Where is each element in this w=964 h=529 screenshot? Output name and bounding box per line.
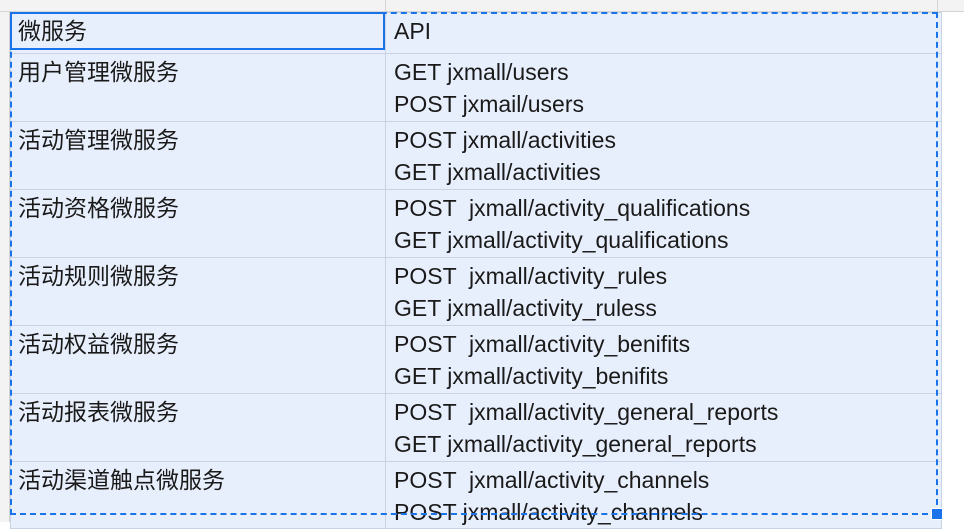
api-line: GET jxmall/activity_general_reports <box>394 431 757 457</box>
column-header-divider[interactable] <box>385 0 386 12</box>
data-table: 微服务 API 用户管理微服务 GET jxmall/users POST jx… <box>10 12 942 529</box>
fill-handle[interactable] <box>931 508 943 520</box>
column-header-strip[interactable] <box>0 0 964 12</box>
column-header-divider[interactable] <box>937 0 938 12</box>
service-name-cell[interactable]: 活动渠道触点微服务 <box>10 461 386 529</box>
api-cell[interactable]: GET jxmall/users POST jxmail/users <box>385 53 942 122</box>
service-name-cell[interactable]: 活动管理微服务 <box>10 121 386 190</box>
table-row: 活动报表微服务 POST jxmall/activity_general_rep… <box>10 393 942 462</box>
api-cell[interactable]: POST jxmall/activity_qualifications GET … <box>385 189 942 258</box>
table-row: 活动管理微服务 POST jxmall/activities GET jxmal… <box>10 121 942 190</box>
service-name-cell[interactable]: 用户管理微服务 <box>10 53 386 122</box>
api-line: GET jxmall/activity_ruless <box>394 295 657 321</box>
header-cell-api[interactable]: API <box>385 12 942 54</box>
api-cell[interactable]: POST jxmall/activity_channels POST jxmal… <box>385 461 942 529</box>
api-line: POST jxmall/activity_benifits <box>394 331 691 357</box>
api-line: POST jxmall/activity_channels <box>394 467 710 493</box>
spreadsheet-grid: 微服务 API 用户管理微服务 GET jxmall/users POST jx… <box>0 0 964 529</box>
api-line: POST jxmall/activities <box>394 127 616 153</box>
service-name-cell[interactable]: 活动报表微服务 <box>10 393 386 462</box>
table-row: 活动权益微服务 POST jxmall/activity_benifits GE… <box>10 325 942 394</box>
service-name-cell[interactable]: 活动资格微服务 <box>10 189 386 258</box>
table-header-row: 微服务 API <box>10 12 942 54</box>
service-name-cell[interactable]: 活动规则微服务 <box>10 257 386 326</box>
table-row: 用户管理微服务 GET jxmall/users POST jxmail/use… <box>10 53 942 122</box>
table-row: 活动资格微服务 POST jxmall/activity_qualificati… <box>10 189 942 258</box>
api-line: GET jxmall/users <box>394 59 569 85</box>
api-line: GET jxmall/activities <box>394 159 601 185</box>
api-line: POST jxmail/users <box>394 91 585 117</box>
api-cell[interactable]: POST jxmall/activities GET jxmall/activi… <box>385 121 942 190</box>
api-line: POST jxmall/activity_channels <box>394 499 703 525</box>
header-cell-microservice[interactable]: 微服务 <box>10 12 386 54</box>
api-cell[interactable]: POST jxmall/activity_rules GET jxmall/ac… <box>385 257 942 326</box>
api-line: POST jxmall/activity_rules <box>394 263 668 289</box>
api-cell[interactable]: POST jxmall/activity_benifits GET jxmall… <box>385 325 942 394</box>
api-line: GET jxmall/activity_benifits <box>394 363 669 389</box>
table-row: 活动规则微服务 POST jxmall/activity_rules GET j… <box>10 257 942 326</box>
api-cell[interactable]: POST jxmall/activity_general_reports GET… <box>385 393 942 462</box>
service-name-cell[interactable]: 活动权益微服务 <box>10 325 386 394</box>
table-row: 活动渠道触点微服务 POST jxmall/activity_channels … <box>10 461 942 529</box>
api-line: POST jxmall/activity_qualifications <box>394 195 751 221</box>
api-line: POST jxmall/activity_general_reports <box>394 399 779 425</box>
api-line: GET jxmall/activity_qualifications <box>394 227 729 253</box>
row-header-gutter[interactable] <box>0 12 10 522</box>
